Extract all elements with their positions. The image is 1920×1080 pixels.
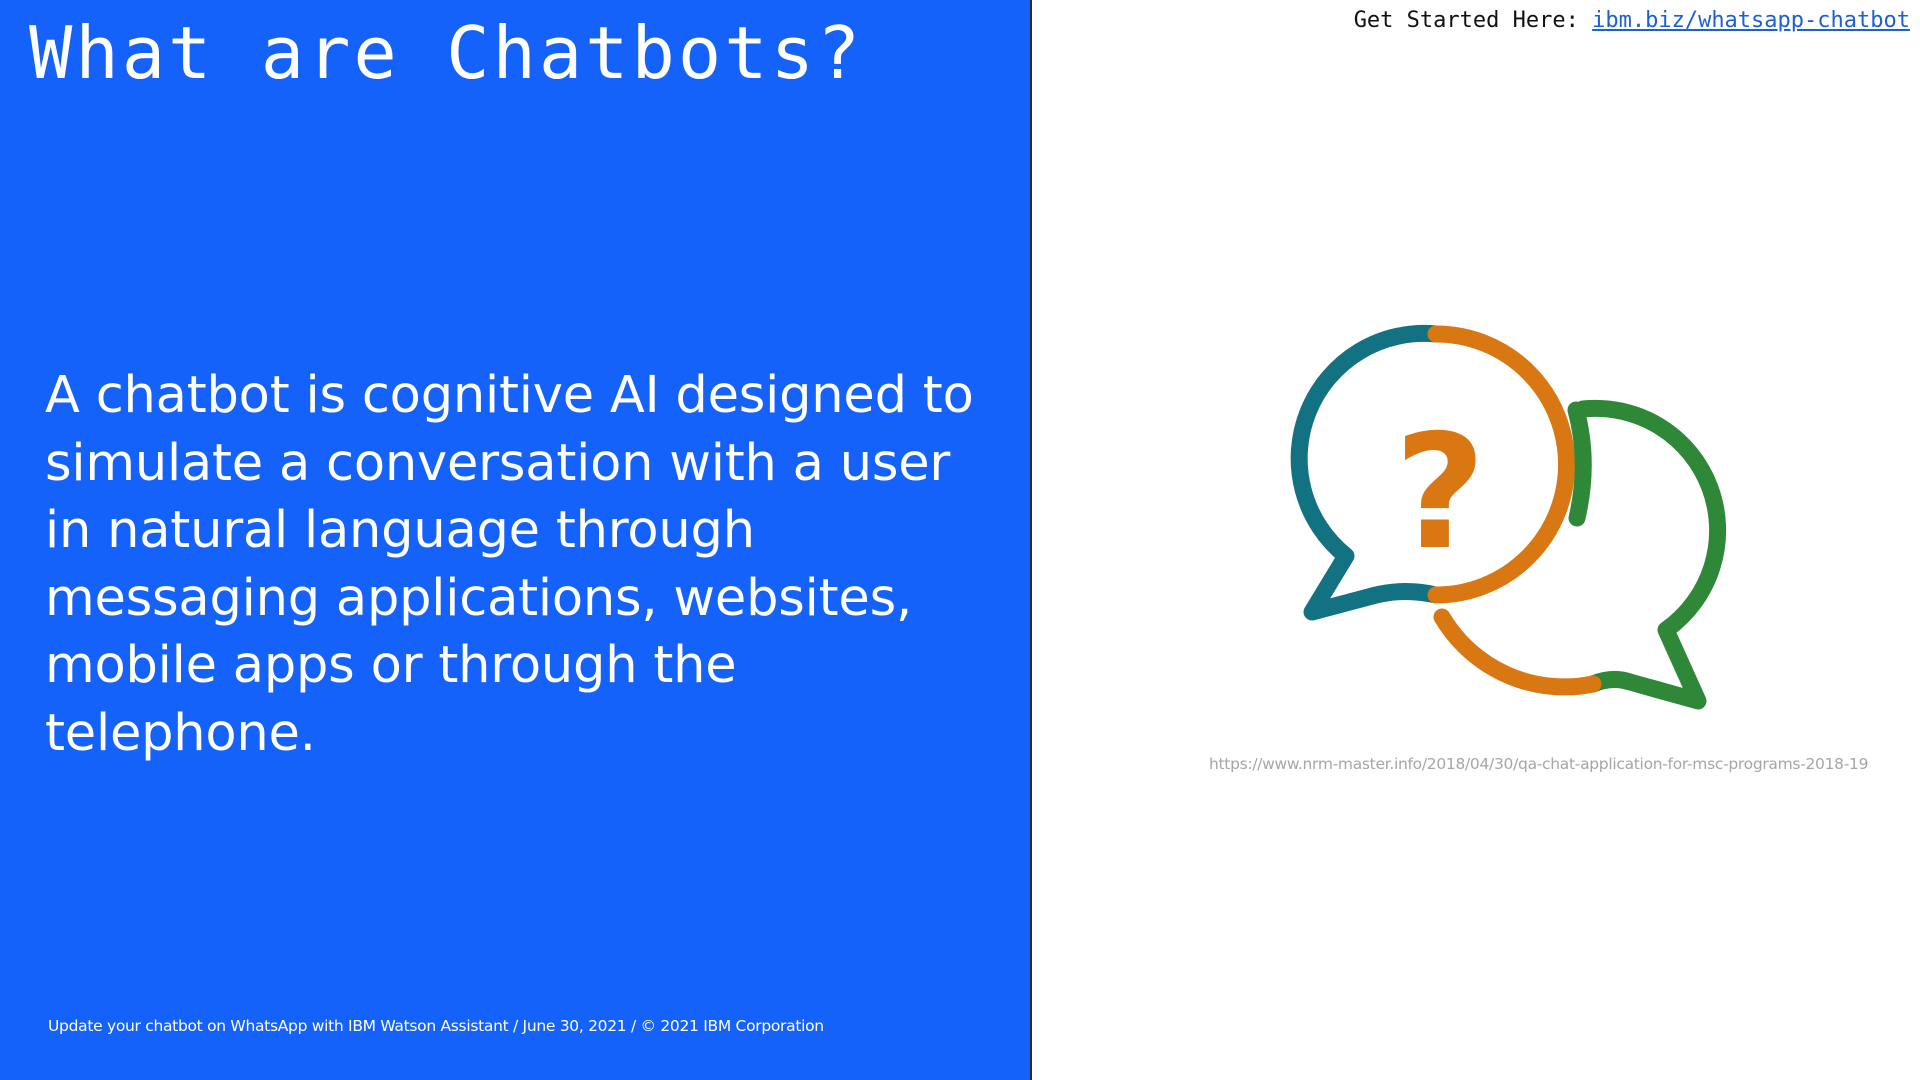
overlap-green-segment	[1567, 401, 1592, 527]
get-started-header: Get Started Here: ibm.biz/whatsapp-chatb…	[1354, 6, 1910, 36]
back-bubble-green-arc	[1574, 399, 1727, 710]
image-source-caption: https://www.nrm-master.info/2018/04/30/q…	[1209, 755, 1869, 773]
left-panel: What are Chatbots? A chatbot is cognitiv…	[0, 0, 1032, 1080]
slide-title: What are Chatbots?	[29, 11, 864, 95]
get-started-label: Get Started Here:	[1353, 8, 1593, 33]
slide: What are Chatbots? A chatbot is cognitiv…	[0, 0, 1920, 1080]
back-bubble-orange-arc	[1433, 608, 1602, 696]
question-mark-glyph: ?	[1394, 401, 1486, 585]
get-started-link[interactable]: ibm.biz/whatsapp-chatbot	[1592, 8, 1910, 33]
chat-bubbles-question-icon: ?	[1290, 324, 1727, 710]
slide-body-text: A chatbot is cognitive AI designed to si…	[45, 366, 974, 763]
slide-footer: Update your chatbot on WhatsApp with IBM…	[48, 1017, 824, 1035]
